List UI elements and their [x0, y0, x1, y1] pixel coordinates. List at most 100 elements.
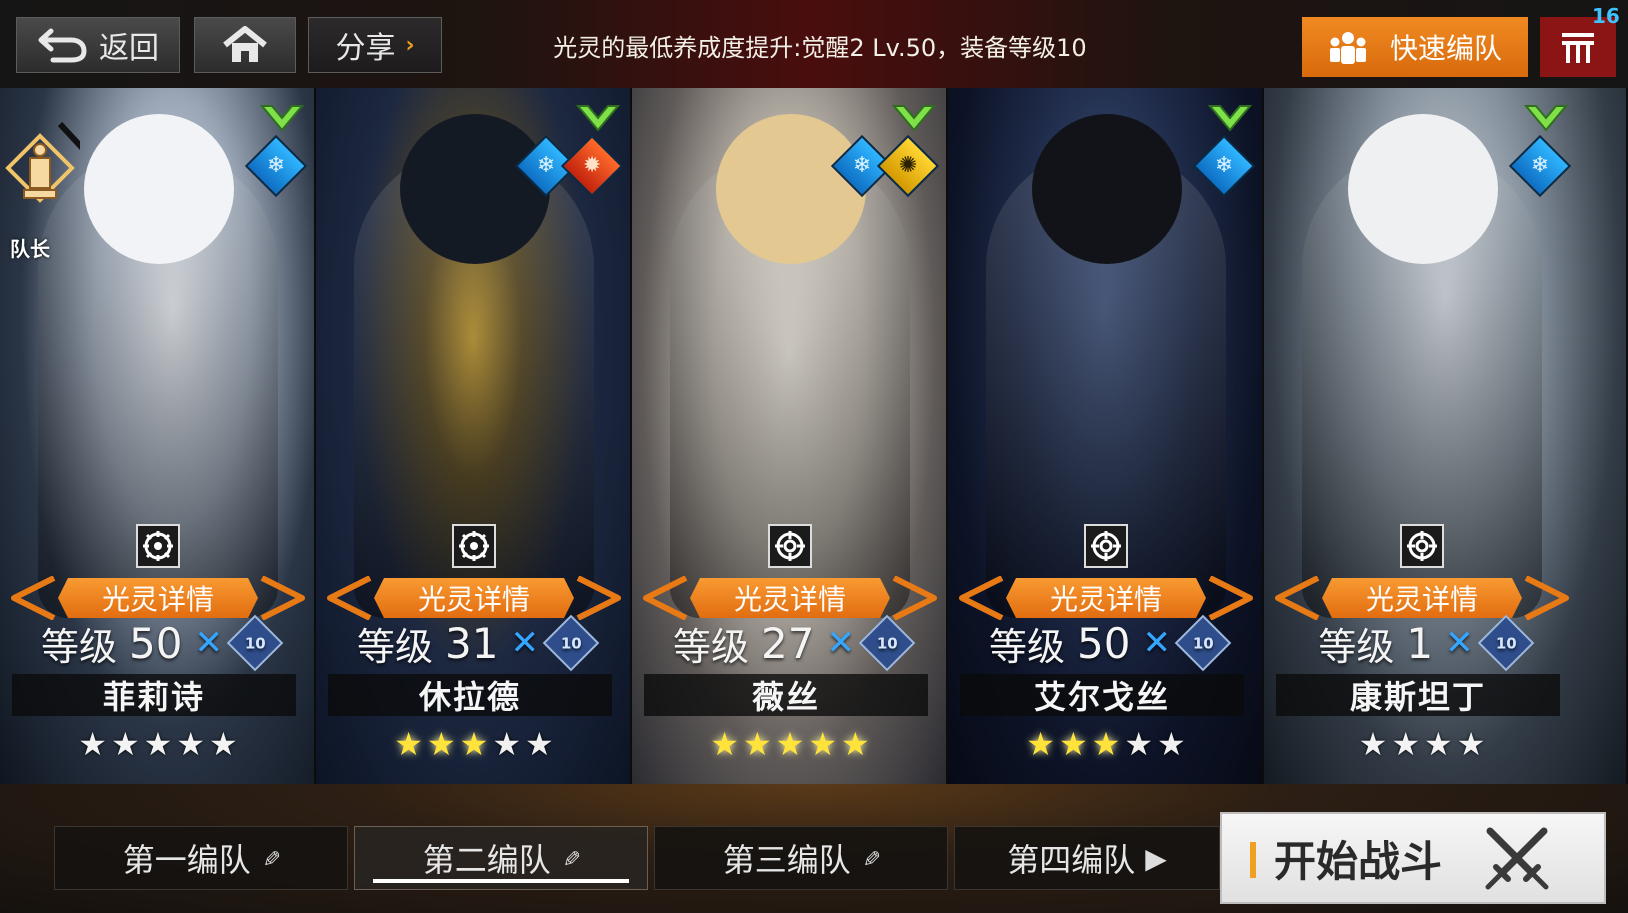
character-name: 休拉德: [328, 674, 612, 716]
ice-element-icon: ❄: [1192, 134, 1256, 198]
character-card[interactable]: ❄ ✺ 光灵详情 等级 27 ✕ 10 薇丝 ★ ★ ★ ★ ★: [632, 88, 948, 784]
star-icon: ★: [525, 725, 554, 763]
class-type-icon: [260, 105, 304, 132]
equip-level-badge: 10: [1174, 614, 1232, 672]
awaken-icon: ✕: [826, 623, 855, 663]
tab-team-1[interactable]: 第一编队 ✎: [54, 826, 348, 890]
chevron-right-icon: ›: [405, 32, 415, 58]
level-row: 等级 50 ✕ 10: [0, 614, 314, 672]
home-button[interactable]: [194, 17, 296, 73]
character-head: [716, 114, 866, 264]
star-rating: ★ ★ ★ ★ ★: [316, 724, 630, 764]
equip-level-badge: 10: [226, 614, 284, 672]
level-label: 等级: [673, 624, 750, 669]
level-value: 27: [761, 618, 815, 668]
star-icon: ★: [143, 725, 173, 763]
detail-button[interactable]: 光灵详情: [326, 572, 622, 620]
edit-icon[interactable]: ✎: [258, 849, 283, 867]
chevron-right-icon: [1208, 576, 1253, 620]
quick-team-label: 快速编队: [1389, 32, 1502, 65]
detail-label: 光灵详情: [690, 578, 890, 618]
equip-level-badge: 10: [858, 614, 916, 672]
character-card[interactable]: ❄ 队长 光灵详情 等级 50 ✕ 10 菲莉诗 ★ ★ ★ ★ ★: [0, 88, 316, 784]
star-icon: ★: [1091, 725, 1121, 763]
character-card[interactable]: ❄ 光灵详情 等级 1 ✕ 10 康斯坦丁 ★ ★ ★ ★: [1264, 88, 1628, 784]
star-icon: ★: [1424, 725, 1453, 763]
share-button[interactable]: 分享 ›: [308, 17, 442, 73]
gear-icon: [452, 524, 496, 568]
ice-element-icon: ❄: [1508, 134, 1572, 198]
awaken-icon: ✕: [194, 623, 223, 663]
ice-element-icon: ❄: [244, 134, 308, 198]
star-icon: ★: [176, 725, 206, 763]
awaken-icon: ✕: [1445, 623, 1474, 663]
star-icon: ★: [1358, 725, 1388, 763]
level-value: 50: [1077, 618, 1131, 668]
back-arrow-icon: [38, 28, 87, 63]
star-icon: ★: [209, 725, 238, 763]
character-card[interactable]: ❄ 光灵详情 等级 50 ✕ 10 艾尔戈丝 ★ ★ ★ ★ ★: [948, 88, 1264, 784]
edit-icon[interactable]: ✎: [558, 849, 583, 867]
back-button[interactable]: 返回: [16, 17, 180, 73]
start-accent-bar: [1250, 842, 1256, 878]
tab-label: 第一编队: [122, 841, 251, 879]
detail-button[interactable]: 光灵详情: [958, 572, 1254, 620]
equip-level: 10: [560, 634, 582, 652]
target-icon: [1084, 524, 1128, 568]
level-row: 等级 50 ✕ 10: [948, 614, 1262, 672]
chevron-right-icon: ▶: [1145, 841, 1167, 875]
tab-team-4[interactable]: 第四编队 ▶: [954, 826, 1220, 890]
detail-button[interactable]: 光灵详情: [642, 572, 938, 620]
target-icon: [768, 524, 812, 568]
menu-icon: [1562, 33, 1594, 63]
equip-level-badge: 10: [1477, 614, 1534, 672]
tab-team-2[interactable]: 第二编队 ✎: [354, 826, 648, 890]
star-icon: ★: [1391, 725, 1420, 763]
star-icon: ★: [110, 725, 140, 763]
equip-level: 10: [1192, 634, 1214, 652]
share-label: 分享: [335, 31, 396, 66]
star-rating: ★ ★ ★ ★: [1264, 724, 1580, 764]
quick-team-button[interactable]: 快速编队: [1302, 17, 1528, 77]
star-rating: ★ ★ ★ ★ ★: [948, 724, 1262, 764]
character-head: [1348, 114, 1498, 264]
character-card[interactable]: ❄ ✹ 光灵详情 等级 31 ✕ 10 休拉德 ★ ★ ★ ★ ★: [316, 88, 632, 784]
level-value: 50: [129, 618, 183, 668]
star-icon: ★: [710, 725, 739, 763]
star-icon: ★: [808, 725, 838, 763]
tab-label: 第二编队: [422, 841, 551, 879]
level-label: 等级: [357, 624, 434, 669]
chevron-left-icon: [11, 576, 56, 620]
element-icons: ❄: [1508, 134, 1572, 198]
home-icon: [223, 26, 267, 62]
character-name: 菲莉诗: [12, 674, 296, 716]
active-tab-indicator: [373, 879, 629, 883]
element-icons: ❄: [1192, 134, 1256, 198]
equip-level-badge: 10: [542, 614, 600, 672]
star-icon: ★: [742, 725, 772, 763]
star-icon: ★: [841, 725, 870, 763]
detail-button[interactable]: 光灵详情: [1274, 572, 1570, 620]
level-row: 等级 1 ✕ 10: [1264, 614, 1580, 672]
equip-level: 10: [1495, 634, 1517, 652]
chevron-right-icon: [1524, 576, 1569, 620]
edit-icon[interactable]: ✎: [858, 849, 883, 867]
back-label: 返回: [99, 31, 159, 66]
class-type-icon: [576, 105, 620, 132]
level-row: 等级 27 ✕ 10: [632, 614, 946, 672]
equip-level: 10: [876, 634, 898, 652]
level-label: 等级: [989, 624, 1066, 669]
detail-button[interactable]: 光灵详情: [10, 572, 306, 620]
tab-team-3[interactable]: 第三编队 ✎: [654, 826, 948, 890]
chevron-left-icon: [959, 576, 1004, 620]
start-battle-button[interactable]: 开始战斗: [1220, 812, 1606, 904]
counter-badge: 16: [1592, 4, 1620, 28]
level-value: 31: [445, 618, 499, 668]
character-head: [1032, 114, 1182, 264]
detail-label: 光灵详情: [1006, 578, 1206, 618]
detail-label: 光灵详情: [58, 578, 258, 618]
star-icon: ★: [426, 725, 456, 763]
chevron-right-icon: [892, 576, 937, 620]
tab-label: 第三编队: [722, 841, 851, 879]
gear-icon: [136, 524, 180, 568]
